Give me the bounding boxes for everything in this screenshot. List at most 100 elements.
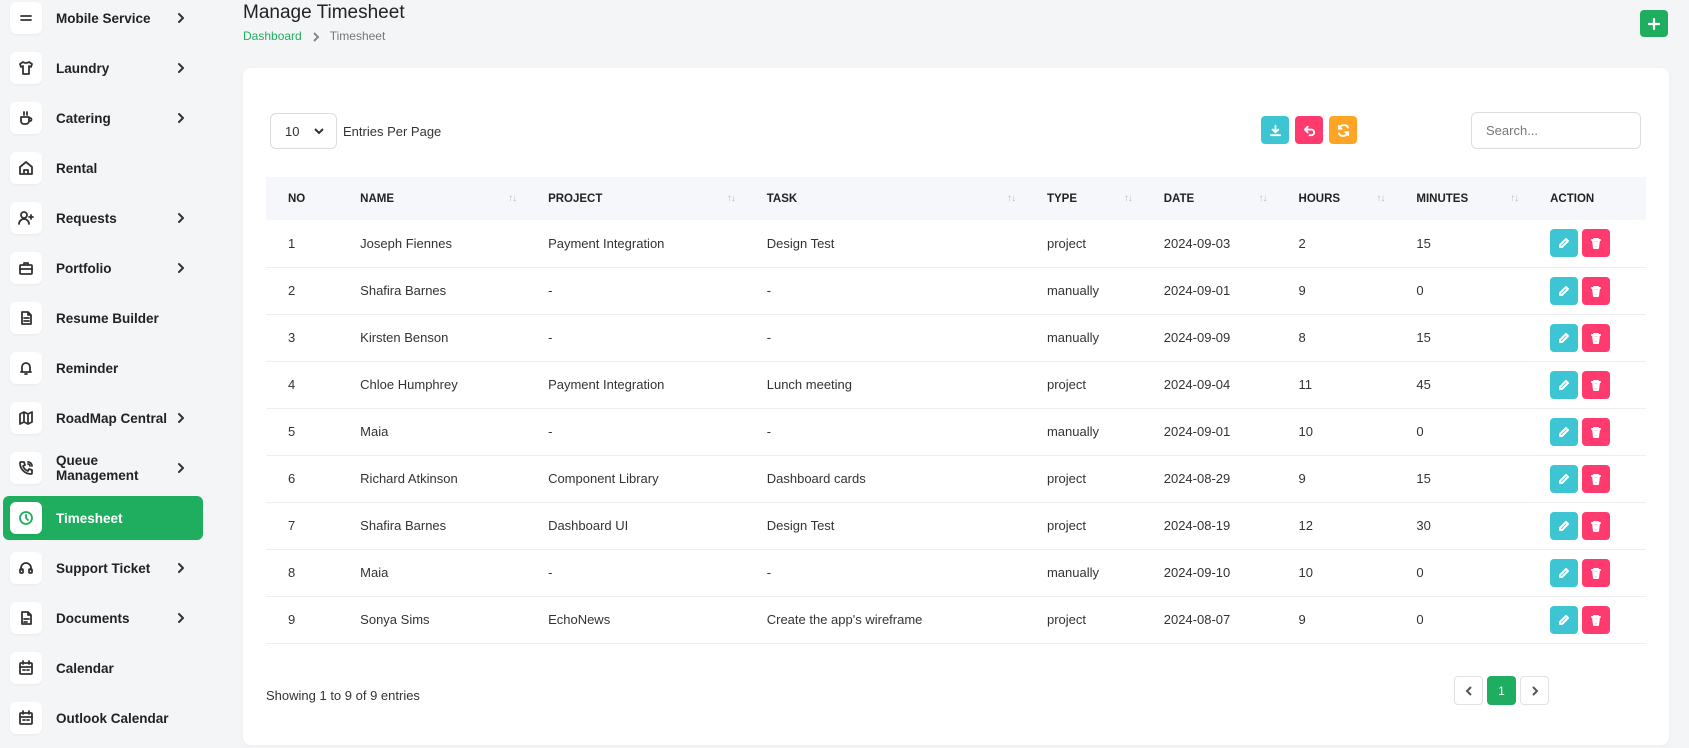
table-cell-hours: 11 bbox=[1276, 361, 1395, 409]
sidebar-item-queue-management[interactable]: Queue Management bbox=[3, 446, 203, 490]
sidebar-item-support-ticket[interactable]: Support Ticket bbox=[3, 546, 203, 590]
trash-icon bbox=[1591, 379, 1602, 391]
sidebar-item-resume-builder[interactable]: Resume Builder bbox=[3, 296, 203, 340]
delete-button[interactable] bbox=[1582, 229, 1611, 258]
showing-entries-text: Showing 1 to 9 of 9 entries bbox=[266, 688, 420, 703]
delete-button[interactable] bbox=[1582, 370, 1611, 399]
delete-button[interactable] bbox=[1582, 276, 1611, 305]
column-header-name[interactable]: NAME ↑↓ bbox=[338, 177, 527, 220]
edit-button[interactable] bbox=[1550, 229, 1579, 258]
chevron-right-icon bbox=[173, 10, 189, 26]
sidebar-item-timesheet[interactable]: Timesheet bbox=[3, 496, 203, 540]
breadcrumb-dashboard-link[interactable]: Dashboard bbox=[243, 29, 302, 43]
table-cell-project: Payment Integration bbox=[526, 361, 745, 409]
search-input[interactable] bbox=[1471, 112, 1641, 149]
trash-icon bbox=[1591, 520, 1602, 532]
user-plus-icon bbox=[10, 202, 42, 234]
sidebar-item-requests[interactable]: Requests bbox=[3, 196, 203, 240]
refresh-button[interactable] bbox=[1329, 116, 1357, 144]
table-cell-no: 4 bbox=[266, 361, 339, 409]
sort-icon: ↑↓ bbox=[1376, 193, 1385, 204]
table-cell-task: Dashboard cards bbox=[744, 455, 1025, 503]
edit-button[interactable] bbox=[1550, 464, 1579, 493]
column-header-label: PROJECT bbox=[548, 192, 603, 205]
table-cell-task: - bbox=[744, 408, 1025, 456]
table-cell-type: project bbox=[1024, 502, 1142, 550]
table-body: 1 Joseph Fiennes Payment Integration Design… bbox=[266, 220, 1646, 644]
table-cell-action bbox=[1528, 502, 1646, 550]
sidebar-item-label: Requests bbox=[56, 210, 117, 226]
previous-page-button[interactable] bbox=[1454, 676, 1483, 705]
delete-button[interactable] bbox=[1582, 558, 1611, 587]
chevron-left-icon bbox=[1465, 685, 1472, 696]
export-button[interactable] bbox=[1261, 116, 1289, 144]
table-cell-no: 3 bbox=[266, 314, 339, 362]
table-header-row: NO NAME ↑↓ PROJECT ↑↓ TASK ↑↓ TYPE ↑↓ DATE ↑↓ HOURS… bbox=[266, 177, 1646, 220]
column-header-label: HOURS bbox=[1298, 192, 1341, 205]
table-cell-type: project bbox=[1024, 220, 1142, 268]
table-cell-action bbox=[1528, 549, 1646, 597]
table-cell-name: Maia bbox=[338, 408, 527, 456]
table-cell-name: Shafira Barnes bbox=[338, 502, 527, 550]
delete-button[interactable] bbox=[1582, 605, 1611, 634]
table-cell-name: Chloe Humphrey bbox=[338, 361, 527, 409]
delete-button[interactable] bbox=[1582, 323, 1611, 352]
column-header-type[interactable]: TYPE ↑↓ bbox=[1024, 177, 1142, 220]
sidebar-item-laundry[interactable]: Laundry bbox=[3, 46, 203, 90]
sidebar-item-documents[interactable]: Documents bbox=[3, 596, 203, 640]
delete-button[interactable] bbox=[1582, 464, 1611, 493]
table-cell-minutes: 45 bbox=[1394, 361, 1529, 409]
table-cell-action bbox=[1528, 361, 1646, 409]
coffee-icon bbox=[10, 102, 42, 134]
sidebar-item-catering[interactable]: Catering bbox=[3, 96, 203, 140]
column-header-minutes[interactable]: MINUTES ↑↓ bbox=[1394, 177, 1529, 220]
column-header-no[interactable]: NO bbox=[266, 177, 339, 220]
sidebar-item-label: Portfolio bbox=[56, 260, 112, 276]
page-title: Manage Timesheet bbox=[243, 2, 405, 23]
column-header-action[interactable]: ACTION bbox=[1528, 177, 1646, 220]
briefcase-icon bbox=[10, 252, 42, 284]
sort-icon: ↑↓ bbox=[726, 193, 736, 204]
sort-icon: ↑↓ bbox=[1258, 193, 1268, 204]
column-header-date[interactable]: DATE ↑↓ bbox=[1141, 177, 1277, 220]
column-header-project[interactable]: PROJECT ↑↓ bbox=[526, 177, 745, 220]
shirt-icon bbox=[10, 52, 42, 84]
timesheet-card: 10 Entries Per Page NONAME↑↓PROJECT↑↓TAS… bbox=[243, 68, 1669, 745]
table-cell-name: Joseph Fiennes bbox=[338, 220, 527, 268]
column-header-task[interactable]: TASK ↑↓ bbox=[744, 177, 1025, 220]
sidebar-item-portfolio[interactable]: Portfolio bbox=[3, 246, 203, 290]
sort-icon: ↑↓ bbox=[1006, 193, 1016, 204]
reset-button[interactable] bbox=[1295, 116, 1323, 144]
table-cell-no: 8 bbox=[266, 549, 339, 597]
edit-button[interactable] bbox=[1550, 276, 1579, 305]
menu-icon bbox=[10, 2, 42, 34]
add-timesheet-button[interactable] bbox=[1640, 10, 1668, 37]
sidebar-item-label: Outlook Calendar bbox=[56, 710, 169, 726]
edit-button[interactable] bbox=[1550, 558, 1579, 587]
sidebar-item-roadmap-central[interactable]: RoadMap Central bbox=[3, 396, 203, 440]
sidebar-item-calendar[interactable]: Calendar bbox=[3, 646, 203, 690]
sidebar-item-reminder[interactable]: Reminder bbox=[3, 346, 203, 390]
edit-button[interactable] bbox=[1550, 605, 1579, 634]
delete-button[interactable] bbox=[1582, 417, 1611, 446]
edit-button[interactable] bbox=[1550, 417, 1579, 446]
delete-button[interactable] bbox=[1582, 511, 1611, 540]
table-row: 8 Maia - - manually 2024-09-10 10 0 bbox=[266, 549, 1646, 597]
chevron-down-icon bbox=[313, 125, 325, 137]
sidebar-item-mobile-service[interactable]: Mobile Service bbox=[3, 0, 203, 40]
table-cell-name: Kirsten Benson bbox=[338, 314, 527, 362]
edit-button[interactable] bbox=[1550, 511, 1579, 540]
breadcrumb-current: Timesheet bbox=[329, 29, 386, 43]
page-1-button[interactable]: 1 bbox=[1487, 676, 1516, 705]
edit-button[interactable] bbox=[1550, 323, 1579, 352]
entries-select[interactable]: 10 bbox=[270, 113, 337, 149]
sidebar-item-outlook-calendar[interactable]: Outlook Calendar bbox=[3, 696, 203, 740]
trash-icon bbox=[1591, 426, 1602, 438]
edit-button[interactable] bbox=[1550, 370, 1579, 399]
sidebar-item-rental[interactable]: Rental bbox=[3, 146, 203, 190]
chevron-right-icon bbox=[173, 460, 189, 476]
table-cell-no: 5 bbox=[266, 408, 339, 456]
pencil-icon bbox=[1559, 614, 1570, 625]
column-header-hours[interactable]: HOURS ↑↓ bbox=[1276, 177, 1395, 220]
next-page-button[interactable] bbox=[1520, 676, 1549, 705]
